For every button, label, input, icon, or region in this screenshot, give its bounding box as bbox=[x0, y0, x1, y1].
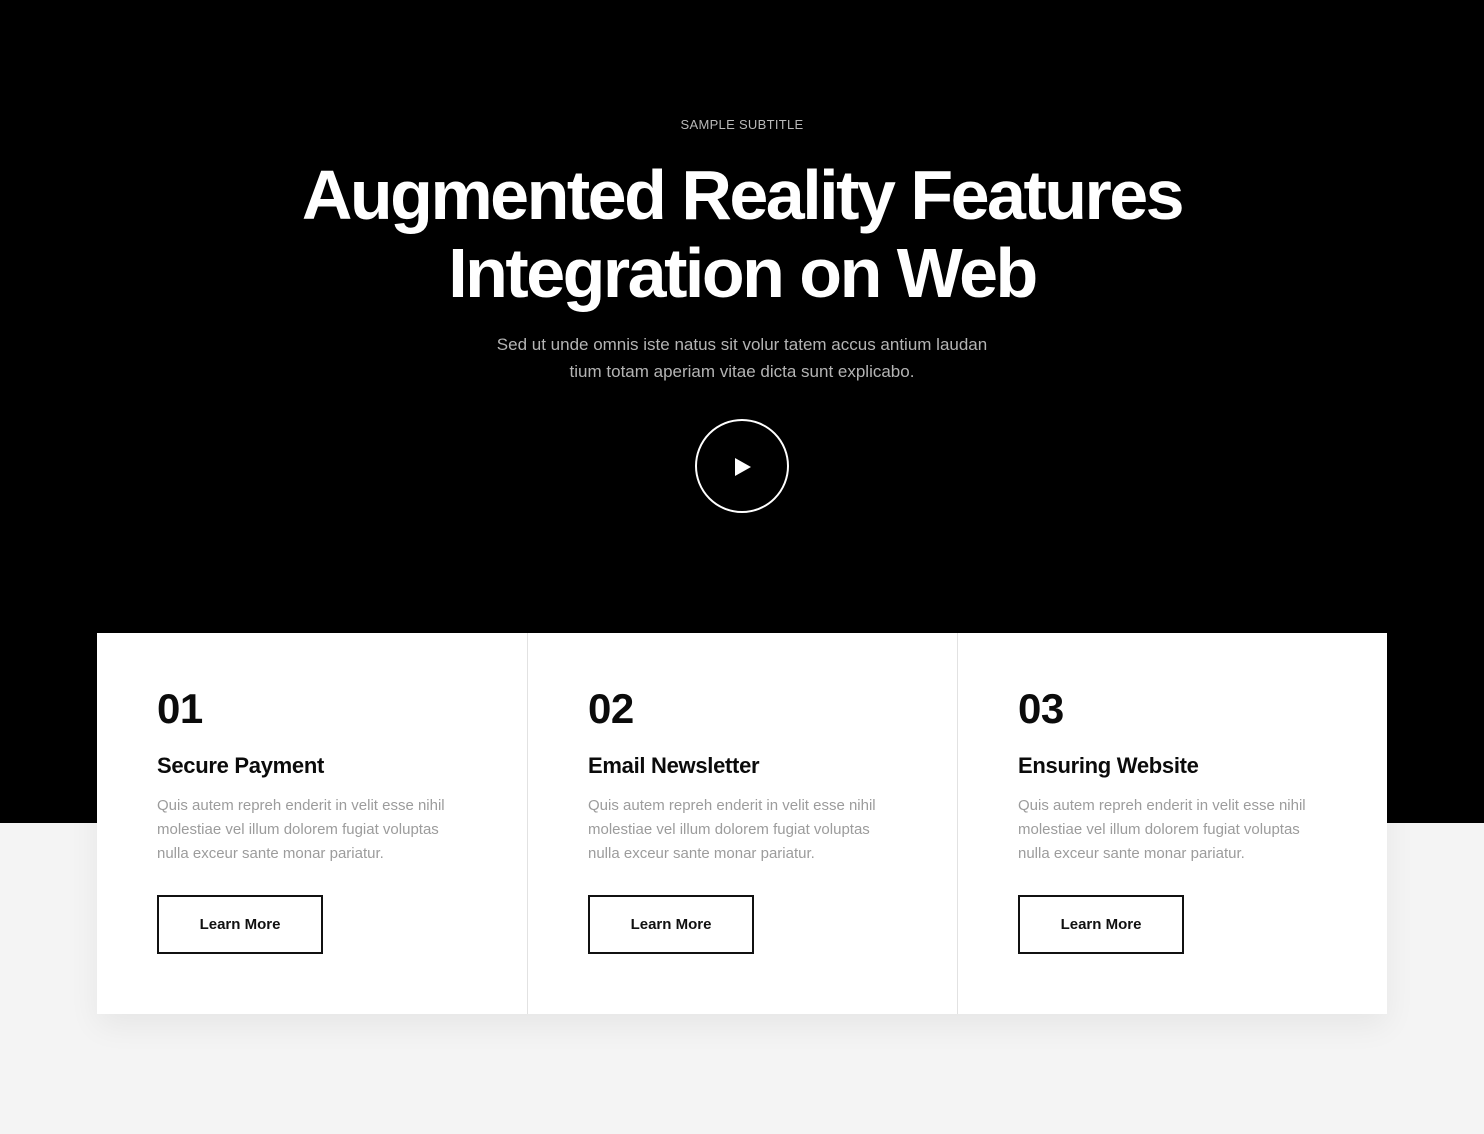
feature-number: 01 bbox=[157, 685, 203, 733]
feature-text-line: molestiae vel illum dolorem fugiat volup… bbox=[1018, 818, 1338, 842]
learn-more-button[interactable]: Learn More bbox=[588, 895, 754, 954]
feature-title: Email Newsletter bbox=[588, 753, 759, 779]
feature-text: Quis autem repreh enderit in velit esse … bbox=[588, 794, 908, 866]
hero-description-line: tium totam aperiam vitae dicta sunt expl… bbox=[467, 358, 1017, 385]
hero-title-line: Augmented Reality Features bbox=[0, 156, 1484, 234]
feature-text-line: nulla exceur sante monar pariatur. bbox=[1018, 842, 1338, 866]
feature-text: Quis autem repreh enderit in velit esse … bbox=[157, 794, 477, 866]
feature-card: 01 Secure Payment Quis autem repreh ende… bbox=[97, 633, 527, 1014]
feature-card: 02 Email Newsletter Quis autem repreh en… bbox=[527, 633, 957, 1014]
feature-title: Secure Payment bbox=[157, 753, 324, 779]
features-cards: 01 Secure Payment Quis autem repreh ende… bbox=[97, 633, 1387, 1014]
feature-card: 03 Ensuring Website Quis autem repreh en… bbox=[957, 633, 1387, 1014]
feature-title: Ensuring Website bbox=[1018, 753, 1199, 779]
feature-text-line: Quis autem repreh enderit in velit esse … bbox=[1018, 794, 1338, 818]
feature-text-line: Quis autem repreh enderit in velit esse … bbox=[157, 794, 477, 818]
hero-description: Sed ut unde omnis iste natus sit volur t… bbox=[467, 331, 1017, 385]
play-icon bbox=[732, 456, 754, 478]
feature-text-line: nulla exceur sante monar pariatur. bbox=[588, 842, 908, 866]
play-video-button[interactable] bbox=[695, 419, 789, 513]
learn-more-button[interactable]: Learn More bbox=[157, 895, 323, 954]
feature-number: 03 bbox=[1018, 685, 1064, 733]
feature-text-line: Quis autem repreh enderit in velit esse … bbox=[588, 794, 908, 818]
hero-title: Augmented Reality Features Integration o… bbox=[0, 156, 1484, 312]
learn-more-button[interactable]: Learn More bbox=[1018, 895, 1184, 954]
hero-title-line: Integration on Web bbox=[0, 234, 1484, 312]
feature-text-line: nulla exceur sante monar pariatur. bbox=[157, 842, 477, 866]
feature-text: Quis autem repreh enderit in velit esse … bbox=[1018, 794, 1338, 866]
hero-description-line: Sed ut unde omnis iste natus sit volur t… bbox=[467, 331, 1017, 358]
feature-text-line: molestiae vel illum dolorem fugiat volup… bbox=[588, 818, 908, 842]
hero-subtitle: SAMPLE SUBTITLE bbox=[0, 117, 1484, 132]
feature-text-line: molestiae vel illum dolorem fugiat volup… bbox=[157, 818, 477, 842]
feature-number: 02 bbox=[588, 685, 634, 733]
